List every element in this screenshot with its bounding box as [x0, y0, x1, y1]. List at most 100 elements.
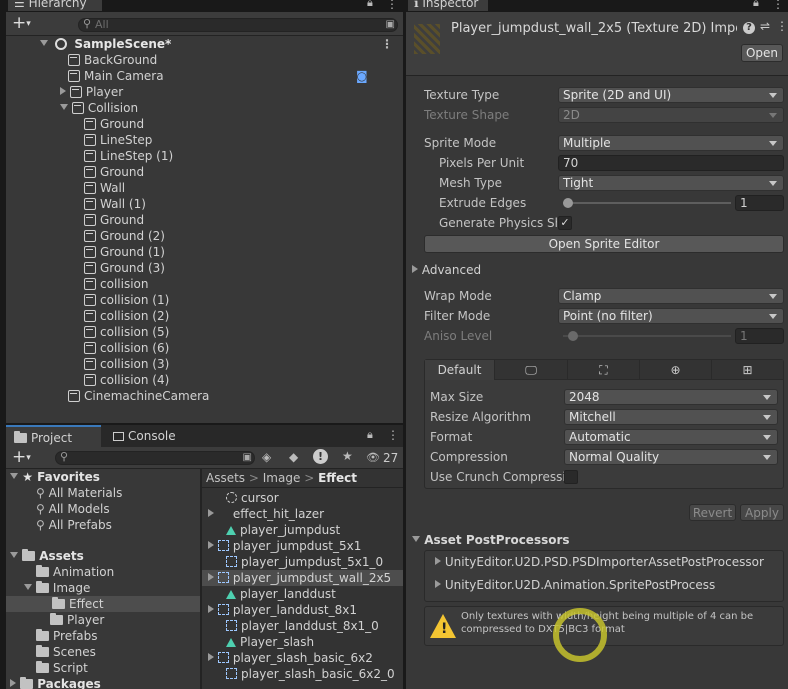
- hierarchy-item[interactable]: Wall (1): [84, 196, 146, 212]
- expand-icon[interactable]: [208, 605, 214, 613]
- hierarchy-item[interactable]: collision (3): [84, 356, 169, 372]
- hierarchy-item[interactable]: Ground: [84, 116, 144, 132]
- postprocessors-foldout[interactable]: Asset PostProcessors: [412, 532, 570, 548]
- file-item[interactable]: player_jumpdust_wall_2x5: [202, 570, 403, 586]
- hierarchy-lock-icon[interactable]: 🔒︎: [367, 0, 373, 10]
- add-button[interactable]: +▾: [12, 14, 31, 33]
- assets-item[interactable]: Prefabs: [36, 628, 98, 644]
- hierarchy-item[interactable]: collision (4): [84, 372, 169, 388]
- extrude-edges-slider-track[interactable]: [563, 202, 731, 204]
- file-item[interactable]: player_landdust_8x1_0: [202, 618, 403, 634]
- hierarchy-item[interactable]: collision (6): [84, 340, 169, 356]
- file-item[interactable]: player_landdust_8x1: [202, 602, 403, 618]
- file-item[interactable]: effect_hit_lazer: [202, 506, 403, 522]
- hierarchy-item[interactable]: Collision: [60, 100, 138, 116]
- hierarchy-search-input[interactable]: ⚲ All ▣: [78, 17, 398, 32]
- project-lock-icon[interactable]: 🔒︎: [367, 428, 373, 442]
- project-search-input[interactable]: ⚲ ▣: [55, 450, 255, 465]
- inspector-tab-menu-icon[interactable]: ⋮: [772, 0, 784, 11]
- file-item[interactable]: player_landdust: [202, 586, 403, 602]
- hierarchy-item[interactable]: Ground: [84, 164, 144, 180]
- texture-type-dropdown[interactable]: Sprite (2D and UI): [558, 87, 784, 103]
- file-item[interactable]: player_slash_basic_6x2: [202, 650, 403, 666]
- favorites-item[interactable]: ⚲ All Prefabs: [36, 517, 112, 533]
- tab-project[interactable]: Project: [6, 425, 101, 447]
- inspector-menu-icon[interactable]: ⋮: [776, 19, 788, 33]
- assets-row[interactable]: Assets: [10, 548, 84, 564]
- webgl-icon[interactable]: ⊕: [640, 360, 712, 380]
- use-crunch-checkbox[interactable]: [564, 470, 578, 484]
- pixels-per-unit-input[interactable]: 70: [558, 155, 784, 171]
- expand-icon[interactable]: [208, 541, 214, 549]
- open-button[interactable]: Open: [741, 44, 783, 62]
- revert-button[interactable]: Revert: [689, 504, 736, 521]
- scene-row[interactable]: SampleScene* ⋮: [40, 36, 403, 52]
- sprite-mode-dropdown[interactable]: Multiple: [558, 135, 784, 151]
- assets-item[interactable]: Effect: [6, 596, 200, 612]
- file-item[interactable]: player_slash_basic_6x2_0: [202, 666, 403, 682]
- resize-algorithm-dropdown[interactable]: Mitchell: [564, 409, 778, 425]
- tab-inspector[interactable]: ℹ Inspector: [408, 0, 488, 11]
- favorites-item[interactable]: ⚲ All Materials: [36, 485, 122, 501]
- hidden-packages-icon[interactable]: 👁︎: [366, 451, 380, 464]
- breadcrumb-assets[interactable]: Assets: [206, 471, 245, 485]
- pp-item[interactable]: UnityEditor.U2D.Animation.SpritePostProc…: [435, 577, 715, 593]
- hierarchy-item[interactable]: Ground (3): [84, 260, 165, 276]
- packages-row[interactable]: Packages: [10, 676, 101, 689]
- expand-icon[interactable]: [60, 87, 66, 95]
- inspector-lock-icon[interactable]: 🔒︎: [753, 0, 759, 10]
- breadcrumb-image[interactable]: Image: [263, 471, 301, 485]
- assets-item[interactable]: Player: [50, 612, 104, 628]
- monitor-icon[interactable]: 🖵︎: [495, 360, 568, 380]
- format-dropdown[interactable]: Automatic: [564, 429, 778, 445]
- pp-item[interactable]: UnityEditor.U2D.PSD.PSDImporterAssetPost…: [435, 554, 764, 570]
- wrap-mode-dropdown[interactable]: Clamp: [558, 288, 784, 304]
- tab-hierarchy[interactable]: ☰ Hierarchy: [8, 0, 102, 11]
- hierarchy-item[interactable]: collision (5): [84, 324, 169, 340]
- breadcrumb-effect[interactable]: Effect: [318, 471, 357, 485]
- apply-button[interactable]: Apply: [740, 504, 784, 521]
- hierarchy-menu-icon[interactable]: ⋮: [386, 0, 398, 11]
- advanced-foldout[interactable]: Advanced: [412, 262, 481, 278]
- extrude-edges-input[interactable]: 1: [735, 195, 784, 211]
- hierarchy-item[interactable]: Player: [60, 84, 123, 100]
- assets-item[interactable]: Animation: [36, 564, 114, 580]
- hierarchy-item[interactable]: Wall: [84, 180, 125, 196]
- file-item[interactable]: player_jumpdust: [202, 522, 403, 538]
- hierarchy-item[interactable]: LineStep: [84, 132, 152, 148]
- camera-gizmo-icon[interactable]: ◙: [356, 68, 368, 84]
- search-by-type-icon[interactable]: ◈: [262, 450, 271, 464]
- hierarchy-item[interactable]: CinemachineCamera: [68, 388, 209, 404]
- generate-physics-checkbox[interactable]: ✓: [558, 216, 572, 230]
- open-sprite-editor-button[interactable]: Open Sprite Editor: [424, 235, 784, 253]
- hierarchy-item[interactable]: collision: [84, 276, 148, 292]
- expand-icon[interactable]: [208, 653, 214, 661]
- project-add-button[interactable]: +▾: [12, 448, 31, 467]
- expand-icon[interactable]: [208, 573, 214, 581]
- hierarchy-item[interactable]: Ground (2): [84, 228, 165, 244]
- favorites-row[interactable]: ★ Favorites: [10, 469, 100, 485]
- tab-default-platform[interactable]: Default: [425, 360, 495, 380]
- hierarchy-item[interactable]: collision (2): [84, 308, 169, 324]
- compression-dropdown[interactable]: Normal Quality: [564, 449, 778, 465]
- filter-mode-dropdown[interactable]: Point (no filter): [558, 308, 784, 324]
- project-menu-icon[interactable]: ⋮: [387, 428, 399, 442]
- search-filter-icon[interactable]: ▣: [243, 452, 252, 463]
- scene-menu-icon[interactable]: ⋮: [381, 36, 393, 52]
- favorites-item[interactable]: ⚲ All Models: [36, 501, 110, 517]
- hierarchy-item[interactable]: Main Camera ◙: [68, 68, 368, 84]
- assets-item[interactable]: Script: [36, 660, 88, 676]
- hierarchy-item[interactable]: BackGround: [68, 52, 157, 68]
- collapse-icon[interactable]: [60, 104, 68, 110]
- assets-item[interactable]: Image: [24, 580, 90, 596]
- mesh-type-dropdown[interactable]: Tight: [558, 175, 784, 191]
- hierarchy-item[interactable]: LineStep (1): [84, 148, 173, 164]
- extrude-edges-slider-thumb[interactable]: [563, 198, 573, 208]
- preset-icon[interactable]: ⇌: [760, 19, 770, 33]
- hierarchy-item[interactable]: collision (1): [84, 292, 169, 308]
- collapse-icon[interactable]: [40, 40, 48, 46]
- search-filter-icon[interactable]: ▣: [386, 19, 395, 30]
- tab-console[interactable]: Console: [109, 425, 180, 447]
- max-size-dropdown[interactable]: 2048: [564, 389, 778, 405]
- collapse-icon[interactable]: [24, 584, 32, 590]
